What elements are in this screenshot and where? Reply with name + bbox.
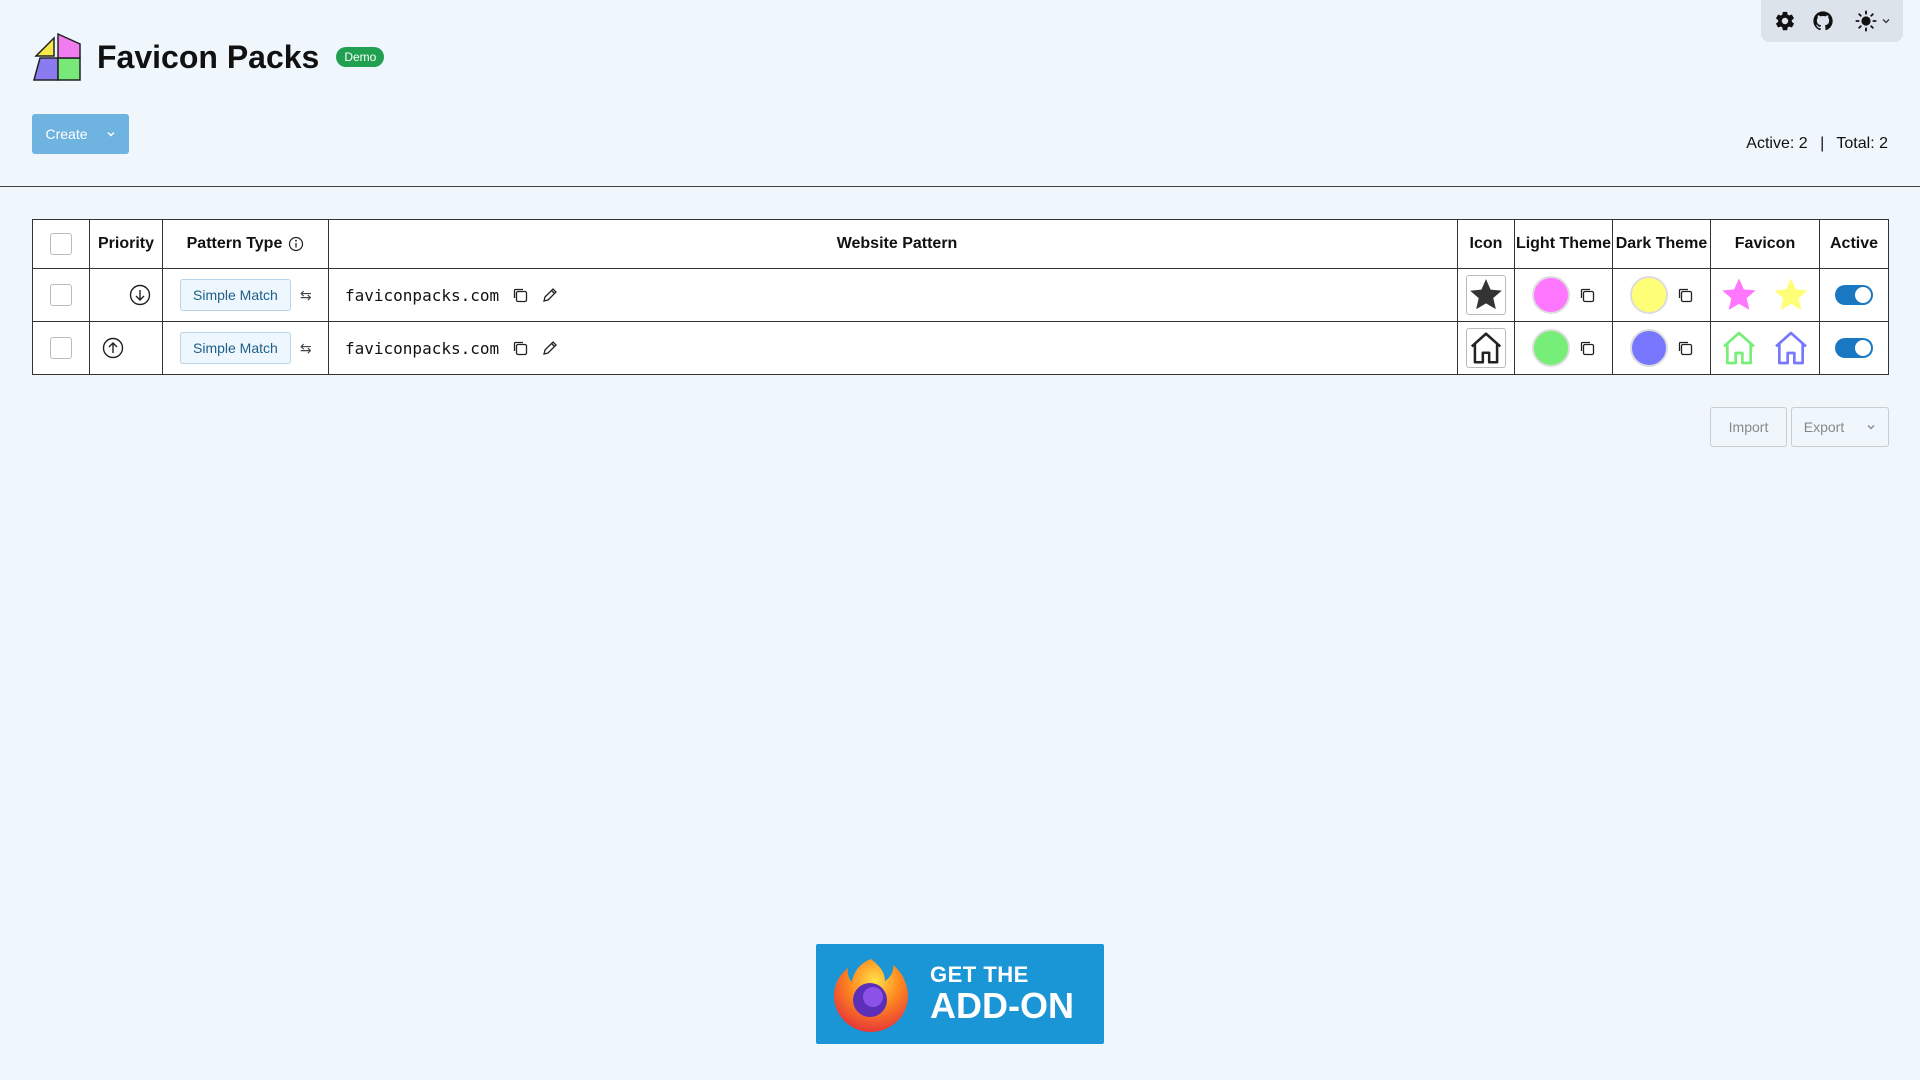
arrow-down-circle-icon[interactable] <box>129 284 151 306</box>
copy-icon[interactable] <box>511 339 529 357</box>
copy-icon[interactable] <box>1676 339 1694 357</box>
row-checkbox[interactable] <box>50 337 72 359</box>
pattern-type-header: Pattern Type <box>162 219 329 269</box>
app-header: Favicon Packs Demo <box>32 32 385 82</box>
dark-theme-header: Dark Theme <box>1612 219 1711 269</box>
select-all-checkbox[interactable] <box>50 233 72 255</box>
copy-icon[interactable] <box>511 286 529 304</box>
website-pattern-text: faviconpacks.com <box>345 285 500 305</box>
light-theme-color-swatch[interactable] <box>1531 329 1570 367</box>
sun-icon <box>1855 10 1877 32</box>
dark-theme-color-swatch[interactable] <box>1629 329 1668 367</box>
pattern-type-badge[interactable]: Simple Match <box>180 279 291 311</box>
active-count: Active: 2 <box>1746 135 1808 152</box>
copy-icon[interactable] <box>1676 286 1694 304</box>
swap-icon[interactable]: ⇆ <box>300 287 312 304</box>
active-toggle[interactable] <box>1835 285 1873 305</box>
patterns-table: Priority Pattern Type Website Pattern Ic… <box>32 219 1889 375</box>
light-theme-header: Light Theme <box>1514 219 1613 269</box>
info-icon[interactable] <box>288 236 304 252</box>
header-divider <box>0 186 1920 187</box>
settings-button[interactable] <box>1771 7 1799 35</box>
star-icon <box>1722 278 1756 310</box>
total-count: Total: 2 <box>1836 135 1888 152</box>
star-icon <box>1774 278 1808 310</box>
house-icon <box>1775 331 1807 365</box>
export-button[interactable]: Export <box>1791 407 1889 447</box>
addon-text: GET THE ADD-ON <box>930 963 1074 1025</box>
chevron-down-icon <box>1882 19 1890 24</box>
top-toolbar <box>1761 0 1903 42</box>
export-button-label: Export <box>1803 419 1845 435</box>
priority-header: Priority <box>89 219 163 269</box>
table-header-row: Priority Pattern Type Website Pattern Ic… <box>32 219 1889 269</box>
website-pattern-header: Website Pattern <box>328 219 1458 269</box>
swap-icon[interactable]: ⇆ <box>300 340 312 357</box>
pattern-type-badge[interactable]: Simple Match <box>180 332 291 364</box>
dark-theme-color-swatch[interactable] <box>1629 276 1668 314</box>
theme-toggle-button[interactable] <box>1847 7 1899 35</box>
get-addon-banner[interactable]: GET THE ADD-ON <box>816 944 1104 1044</box>
gear-icon <box>1776 11 1794 31</box>
create-button-label: Create <box>45 126 88 142</box>
house-icon <box>1470 332 1502 364</box>
pencil-icon[interactable] <box>541 339 559 357</box>
count-separator: | <box>1820 135 1825 152</box>
github-button[interactable] <box>1809 7 1837 35</box>
github-icon <box>1813 11 1833 31</box>
house-icon <box>1723 331 1755 365</box>
active-toggle[interactable] <box>1835 338 1873 358</box>
icon-selector[interactable] <box>1466 275 1506 315</box>
app-title: Favicon Packs <box>97 38 320 75</box>
star-icon <box>1470 279 1502 310</box>
chevron-down-icon <box>107 132 115 137</box>
arrow-up-circle-icon[interactable] <box>102 337 124 359</box>
table-row: Simple Match ⇆ faviconpacks.com <box>32 268 1889 322</box>
light-theme-color-swatch[interactable] <box>1531 276 1570 314</box>
chevron-down-icon <box>1867 425 1875 430</box>
website-pattern-text: faviconpacks.com <box>345 338 500 358</box>
pencil-icon[interactable] <box>541 286 559 304</box>
pattern-type-header-label: Pattern Type <box>186 235 283 252</box>
row-checkbox[interactable] <box>50 284 72 306</box>
active-header: Active <box>1819 219 1889 269</box>
pattern-counts: Active: 2 | Total: 2 <box>1746 135 1888 153</box>
demo-badge: Demo <box>336 47 385 67</box>
create-button[interactable]: Create <box>32 114 129 154</box>
copy-icon[interactable] <box>1578 286 1596 304</box>
addon-line2: ADD-ON <box>930 985 1074 1026</box>
import-button[interactable]: Import <box>1710 407 1787 447</box>
app-logo <box>33 32 81 81</box>
import-button-label: Import <box>1728 419 1769 435</box>
copy-icon[interactable] <box>1578 339 1596 357</box>
table-row: Simple Match ⇆ faviconpacks.com <box>32 321 1889 375</box>
favicon-header: Favicon <box>1710 219 1820 269</box>
icon-header: Icon <box>1457 219 1515 269</box>
addon-line1: GET THE <box>930 962 1029 987</box>
icon-selector[interactable] <box>1466 328 1506 368</box>
firefox-logo-icon <box>834 959 908 1032</box>
